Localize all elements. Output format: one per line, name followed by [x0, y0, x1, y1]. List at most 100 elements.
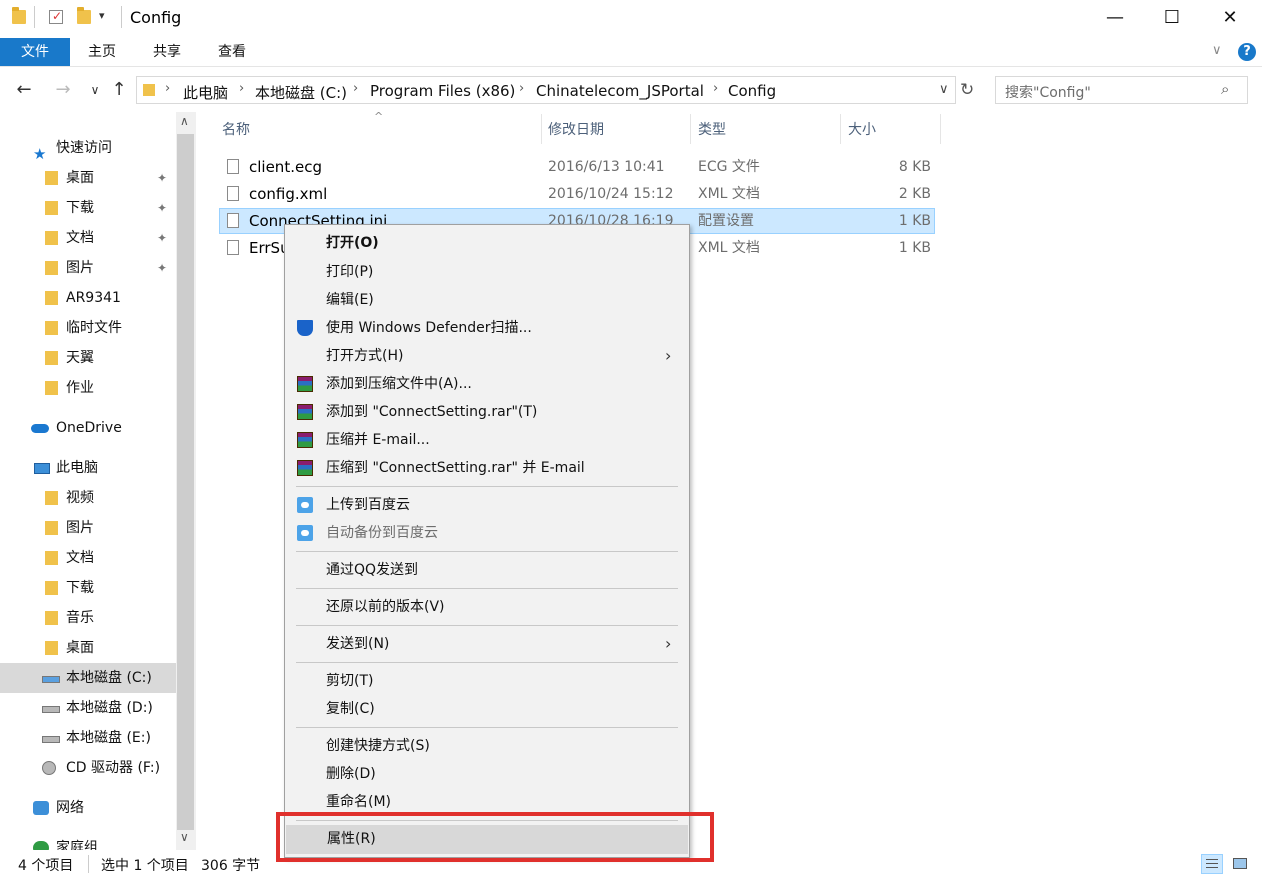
sidebar-item-qa-3[interactable]: 图片 ✦ [0, 253, 176, 283]
scroll-up-chevron-icon[interactable]: ∧ [180, 114, 189, 128]
sidebar-item-this-pc[interactable]: 此电脑 [0, 453, 176, 483]
sidebar-item-pc-3[interactable]: 下载 [0, 573, 176, 603]
tab-home[interactable]: 主页 [71, 38, 133, 66]
sidebar-item-qa-4[interactable]: AR9341 [0, 283, 176, 313]
breadcrumb-separator-icon[interactable]: › [519, 81, 524, 96]
sidebar-item-qa-2[interactable]: 文档 ✦ [0, 223, 176, 253]
breadcrumb-program-files[interactable]: Program Files (x86) [370, 82, 515, 100]
sidebar-item-pc-4[interactable]: 音乐 [0, 603, 176, 633]
maximize-button[interactable]: ☐ [1143, 0, 1201, 36]
minimize-button[interactable]: — [1086, 0, 1144, 36]
sidebar-item-pc-7[interactable]: 本地磁盘 (D:) [0, 693, 176, 723]
menu-item-label: 还原以前的版本(V) [326, 599, 445, 615]
menu-item-create-shortcut[interactable]: 创建快捷方式(S) [285, 732, 689, 760]
menu-item-upload-baidu[interactable]: 上传到百度云 [285, 491, 689, 519]
menu-item-cut[interactable]: 剪切(T) [285, 667, 689, 695]
refresh-icon[interactable]: ↻ [960, 80, 974, 100]
menu-item-open[interactable]: 打开(O) [285, 229, 689, 257]
file-row[interactable]: config.xml 2016/10/24 15:12 XML 文档 2 KB [219, 181, 935, 207]
menu-item-label: 自动备份到百度云 [326, 525, 438, 541]
network-icon [33, 801, 49, 815]
menu-item-compress-to-rar-email[interactable]: 压缩到 "ConnectSetting.rar" 并 E-mail [285, 454, 689, 482]
menu-item-print[interactable]: 打印(P) [285, 258, 689, 286]
scroll-down-chevron-icon[interactable]: ∨ [180, 830, 189, 844]
breadcrumb-this-pc[interactable]: 此电脑 [183, 82, 228, 103]
recent-locations-chevron-icon[interactable]: ∨ [83, 78, 107, 102]
sidebar-item-qa-7[interactable]: 作业 [0, 373, 176, 403]
details-view-button[interactable] [1201, 854, 1223, 874]
sidebar-item-onedrive[interactable]: OneDrive [0, 413, 176, 443]
menu-item-open-with[interactable]: 打开方式(H) › [285, 342, 689, 370]
address-bar[interactable]: › 此电脑 › 本地磁盘 (C:) › Program Files (x86) … [136, 76, 956, 104]
menu-item-restore-versions[interactable]: 还原以前的版本(V) [285, 593, 689, 621]
breadcrumb-separator-icon[interactable]: › [713, 81, 718, 96]
menu-item-defender-scan[interactable]: 使用 Windows Defender扫描... [285, 314, 689, 342]
search-icon[interactable]: ⌕ [1221, 80, 1229, 98]
menu-item-send-via-qq[interactable]: 通过QQ发送到 [285, 556, 689, 584]
tab-share[interactable]: 共享 [136, 38, 198, 66]
sidebar-item-qa-5[interactable]: 临时文件 [0, 313, 176, 343]
column-header-size[interactable]: 大小 [848, 118, 876, 142]
breadcrumb-chinatelecom[interactable]: Chinatelecom_JSPortal [536, 82, 704, 100]
column-divider[interactable] [940, 114, 941, 144]
menu-item-edit[interactable]: 编辑(E) [285, 286, 689, 314]
sidebar-item-network[interactable]: 网络 [0, 793, 176, 823]
pin-icon[interactable]: ✦ [157, 193, 167, 223]
sidebar-item-pc-2[interactable]: 文档 [0, 543, 176, 573]
sidebar-item-qa-1[interactable]: 下载 ✦ [0, 193, 176, 223]
search-input[interactable]: 搜索"Config" ⌕ [995, 76, 1248, 104]
column-divider[interactable] [840, 114, 841, 144]
tab-file[interactable]: 文件 [0, 38, 70, 66]
pin-icon[interactable]: ✦ [157, 253, 167, 283]
column-divider[interactable] [690, 114, 691, 144]
documents-folder-icon [45, 551, 58, 565]
menu-item-add-to-archive[interactable]: 添加到压缩文件中(A)... [285, 370, 689, 398]
pin-icon[interactable]: ✦ [157, 223, 167, 253]
address-history-chevron-icon[interactable]: ∨ [939, 82, 949, 97]
customize-quick-access-icon[interactable]: ▾ [99, 9, 105, 22]
breadcrumb-local-disk-c[interactable]: 本地磁盘 (C:) [255, 82, 347, 103]
sidebar-item-pc-1[interactable]: 图片 [0, 513, 176, 543]
menu-item-copy[interactable]: 复制(C) [285, 695, 689, 723]
sidebar-item-quick-access[interactable]: ★ 快速访问 [0, 133, 176, 163]
cd-drive-icon [42, 761, 56, 775]
pictures-folder-icon [45, 521, 58, 535]
tab-view[interactable]: 查看 [201, 38, 263, 66]
large-icons-view-button[interactable] [1229, 854, 1251, 874]
column-divider[interactable] [541, 114, 542, 144]
help-icon[interactable]: ? [1238, 43, 1256, 61]
sidebar-item-pc-5[interactable]: 桌面 [0, 633, 176, 663]
column-header-type[interactable]: 类型 [698, 118, 726, 142]
expand-ribbon-icon[interactable]: ∨ [1212, 43, 1222, 58]
up-arrow-icon[interactable]: ↑ [107, 78, 131, 102]
submenu-arrow-icon: › [665, 634, 672, 653]
close-button[interactable]: ✕ [1201, 0, 1259, 36]
breadcrumb-config[interactable]: Config [728, 82, 776, 100]
menu-item-compress-email[interactable]: 压缩并 E-mail... [285, 426, 689, 454]
sidebar-item-pc-6[interactable]: 本地磁盘 (C:) [0, 663, 176, 693]
sidebar-item-qa-0[interactable]: 桌面 ✦ [0, 163, 176, 193]
menu-item-auto-backup-baidu[interactable]: 自动备份到百度云 [285, 519, 689, 547]
pin-icon[interactable]: ✦ [157, 163, 167, 193]
column-header-name[interactable]: 名称 [222, 118, 250, 142]
breadcrumb-separator-icon[interactable]: › [165, 81, 170, 96]
menu-item-delete[interactable]: 删除(D) [285, 760, 689, 788]
properties-quick-icon[interactable]: ✓ [49, 9, 63, 24]
folder-icon [45, 351, 58, 365]
sidebar-item-label: 文档 [66, 230, 94, 246]
sidebar-item-qa-6[interactable]: 天翼 [0, 343, 176, 373]
menu-item-add-to-rar[interactable]: 添加到 "ConnectSetting.rar"(T) [285, 398, 689, 426]
sidebar-item-pc-0[interactable]: 视频 [0, 483, 176, 513]
sidebar-scrollbar-thumb[interactable] [177, 134, 194, 830]
back-arrow-icon[interactable]: ← [12, 78, 36, 102]
menu-item-send-to[interactable]: 发送到(N) › [285, 630, 689, 658]
breadcrumb-separator-icon[interactable]: › [353, 81, 358, 96]
breadcrumb-separator-icon[interactable]: › [239, 81, 244, 96]
sidebar-item-pc-9[interactable]: CD 驱动器 (F:) [0, 753, 176, 783]
sidebar-item-pc-8[interactable]: 本地磁盘 (E:) [0, 723, 176, 753]
file-row[interactable]: client.ecg 2016/6/13 10:41 ECG 文件 8 KB [219, 154, 935, 180]
column-header-date[interactable]: 修改日期 [548, 118, 604, 142]
new-folder-quick-icon[interactable] [77, 7, 91, 24]
forward-arrow-icon[interactable]: → [51, 78, 75, 102]
sidebar-item-homegroup[interactable]: 家庭组 [0, 833, 176, 850]
